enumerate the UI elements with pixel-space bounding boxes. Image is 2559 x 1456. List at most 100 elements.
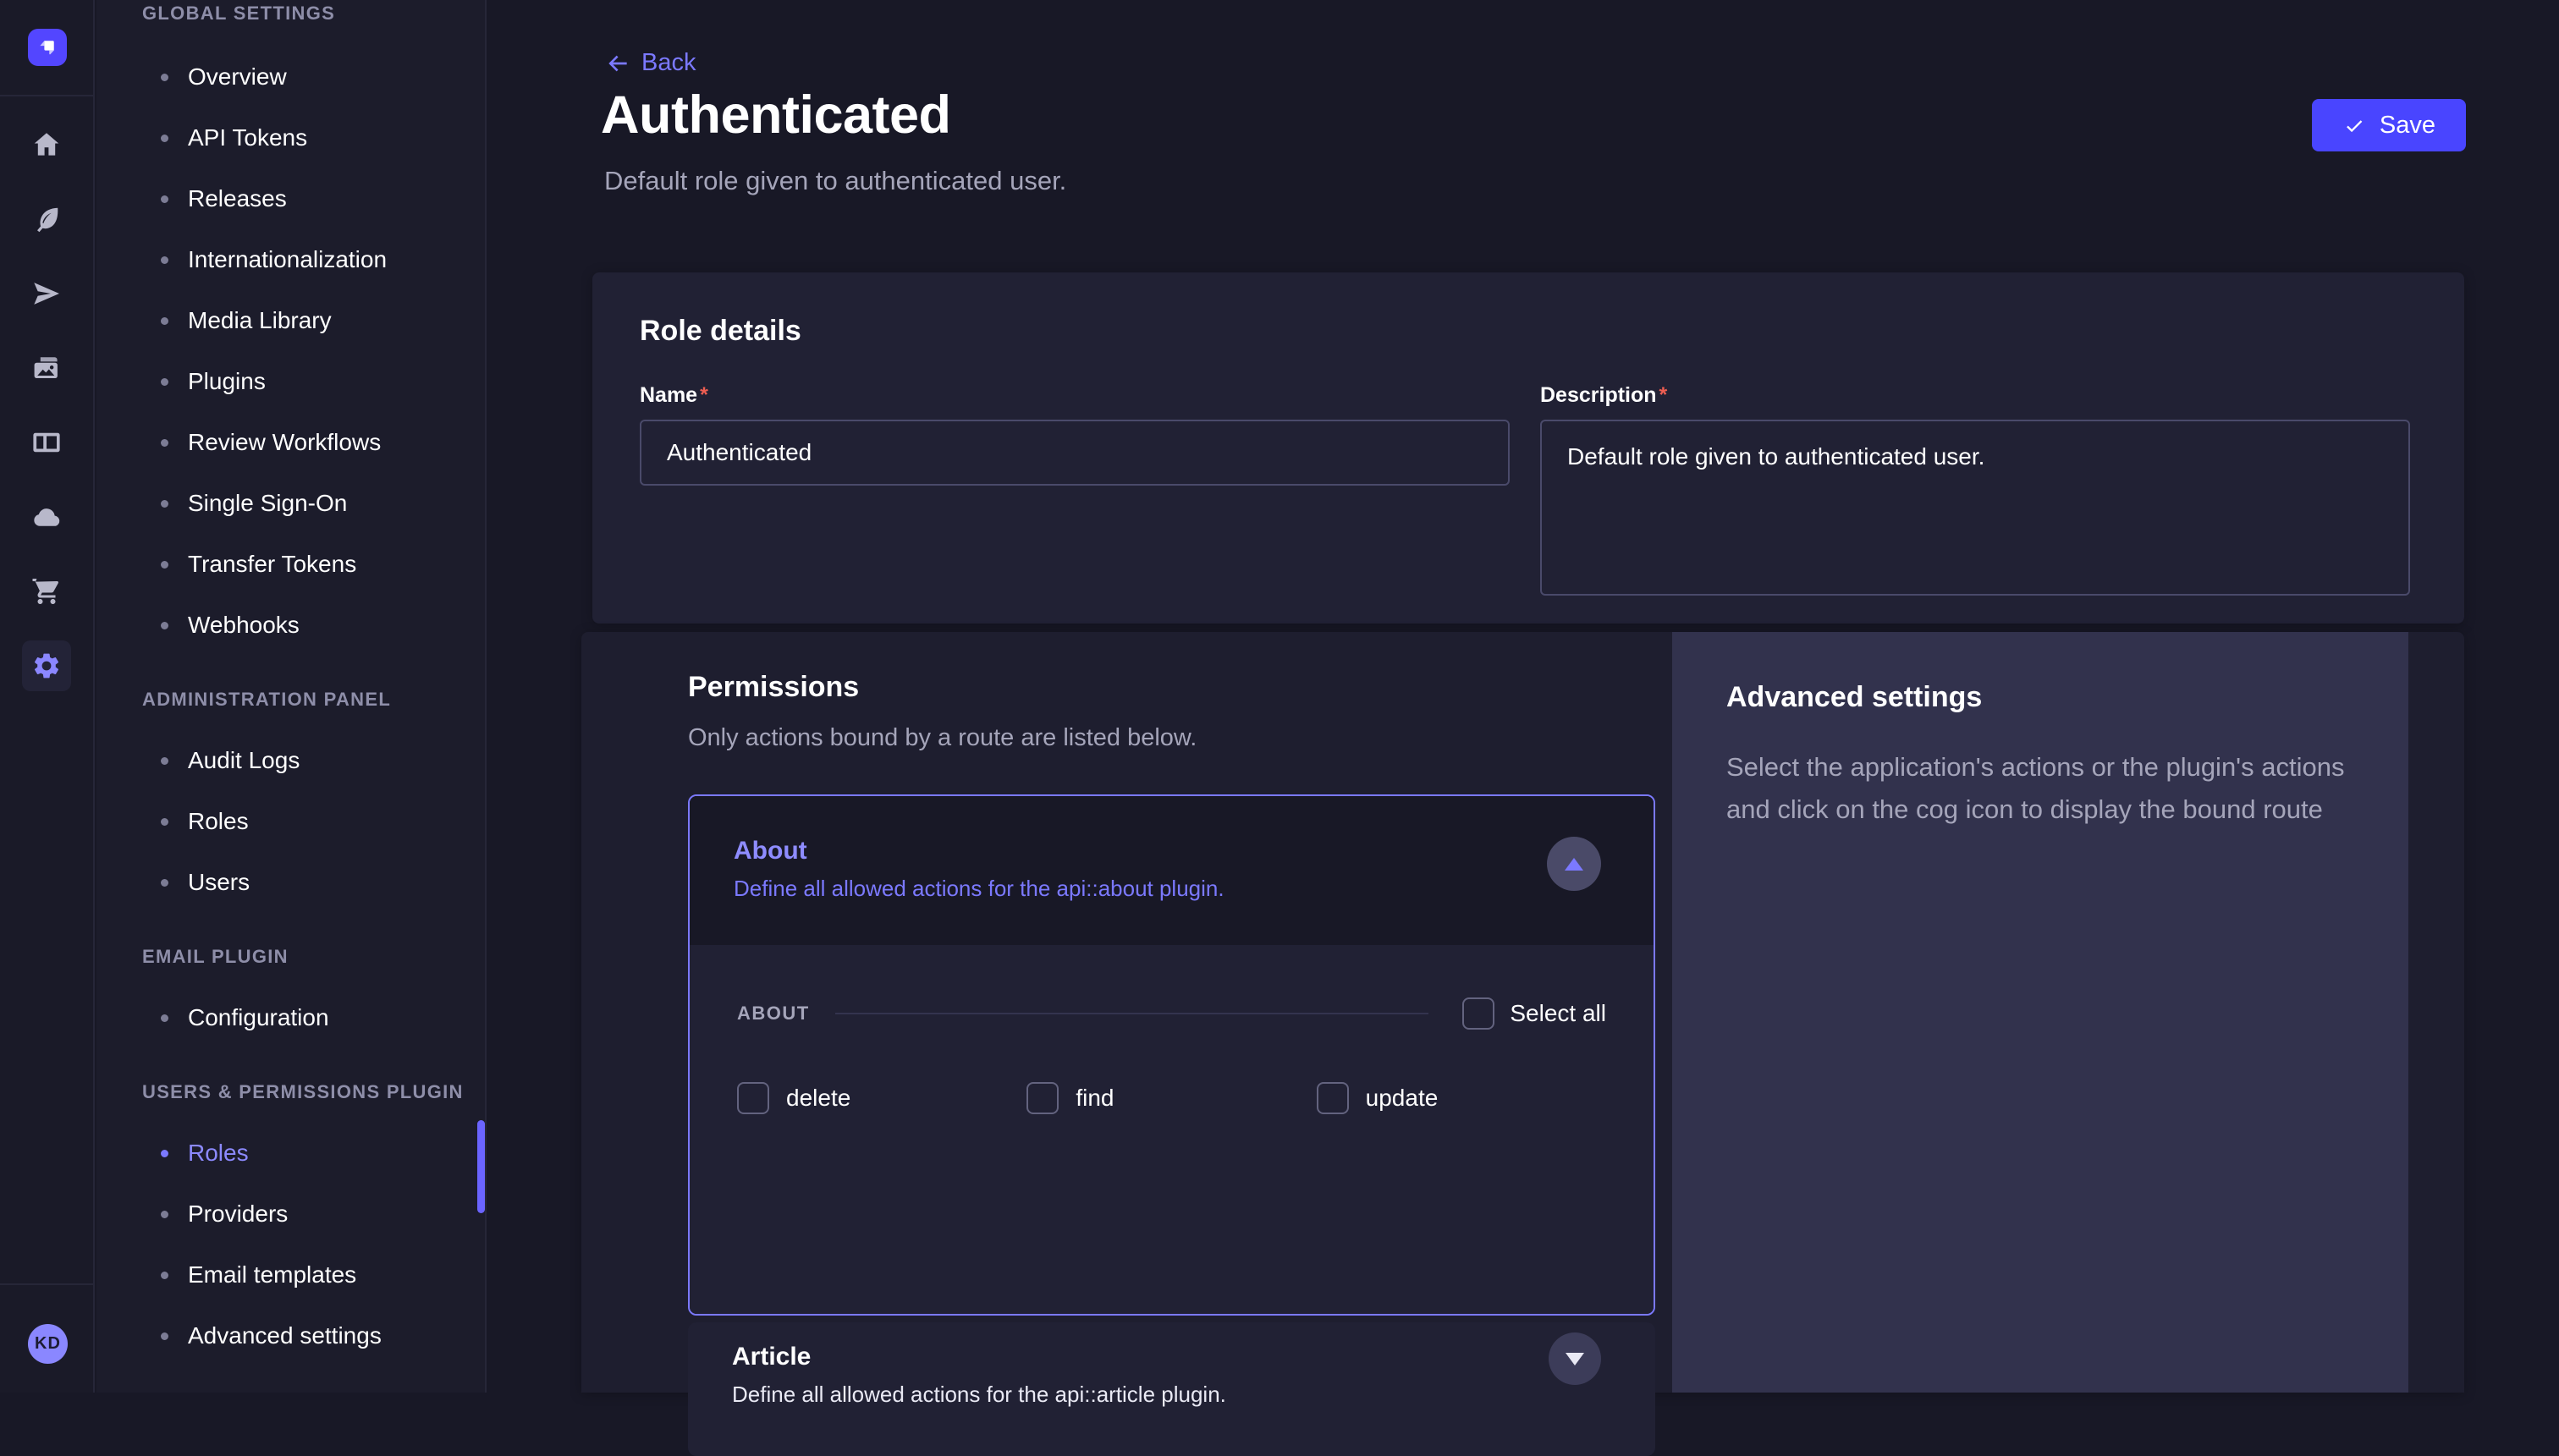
subnav-item-api-tokens[interactable]: API Tokens [96, 107, 485, 168]
subnav-item-roles[interactable]: Roles [96, 1123, 485, 1184]
name-input[interactable] [640, 420, 1510, 486]
main-nav-media-library-icon[interactable] [0, 331, 93, 405]
strapi-logo[interactable] [28, 29, 67, 66]
subnav-item-label: Email templates [188, 1261, 356, 1288]
select-all-checkbox[interactable] [1462, 997, 1494, 1030]
subnav-item-label: Overview [188, 63, 287, 91]
description-textarea[interactable]: Default role given to authenticated user… [1540, 420, 2410, 596]
bullet-icon [161, 378, 168, 386]
select-all-control[interactable]: Select all [1462, 997, 1606, 1030]
subnav-item-review-workflows[interactable]: Review Workflows [96, 412, 485, 473]
subnav-item-label: Single Sign-On [188, 490, 347, 517]
back-link[interactable]: Back [604, 49, 696, 77]
subnav-item-label: Releases [188, 185, 287, 212]
role-details-title: Role details [640, 315, 2413, 348]
bullet-icon [161, 818, 168, 826]
accordion-about-body: ABOUT Select all deletefindupdate [690, 945, 1654, 1314]
subnav-item-webhooks[interactable]: Webhooks [96, 595, 485, 656]
role-details-card: Role details Name* Description* Default … [592, 272, 2464, 624]
main-nav-settings-gear-icon[interactable] [0, 629, 93, 703]
settings-gear-icon [31, 651, 62, 681]
subnav-item-label: Users [188, 869, 250, 896]
layout-icon [31, 427, 62, 458]
subnav-item-configuration[interactable]: Configuration [96, 987, 485, 1048]
page-subtitle: Default role given to authenticated user… [604, 166, 1066, 196]
feather-icon [31, 204, 62, 234]
subnav-item-plugins[interactable]: Plugins [96, 351, 485, 412]
subnav-item-email-templates[interactable]: Email templates [96, 1244, 485, 1305]
select-all-label: Select all [1510, 1000, 1606, 1027]
subnav-item-releases[interactable]: Releases [96, 168, 485, 229]
save-button-label: Save [2380, 112, 2435, 140]
main-nav-layout-icon[interactable] [0, 405, 93, 480]
bullet-icon [161, 1332, 168, 1340]
action-checkbox[interactable] [737, 1082, 769, 1114]
chevron-down-icon [1566, 1353, 1584, 1365]
action-checkbox[interactable] [1317, 1082, 1349, 1114]
subnav-item-label: API Tokens [188, 124, 307, 151]
about-group-label: ABOUT [737, 1003, 810, 1025]
main-nav-feather-icon[interactable] [0, 182, 93, 256]
subnav-item-users[interactable]: Users [96, 852, 485, 913]
divider [835, 1013, 1429, 1014]
bullet-icon [161, 1272, 168, 1279]
bullet-icon [161, 1211, 168, 1218]
subnav-item-media-library[interactable]: Media Library [96, 290, 485, 351]
advanced-settings-description: Select the application's actions or the … [1726, 746, 2353, 831]
action-checkbox[interactable] [1026, 1082, 1059, 1114]
bullet-icon [161, 256, 168, 264]
main-nav-cart-icon[interactable] [0, 554, 93, 629]
divider [0, 95, 93, 96]
permissions-card: Permissions Only actions bound by a rout… [581, 632, 2464, 1393]
subnav-item-overview[interactable]: Overview [96, 47, 485, 107]
advanced-settings-title: Advanced settings [1726, 681, 2354, 714]
bullet-icon [161, 439, 168, 447]
back-link-label: Back [641, 49, 696, 77]
subnav-item-providers[interactable]: Providers [96, 1184, 485, 1244]
subnav-item-roles[interactable]: Roles [96, 791, 485, 852]
main-nav-icons [0, 107, 93, 703]
main-nav-cloud-icon[interactable] [0, 480, 93, 554]
accordion-article: Article Define all allowed actions for t… [688, 1322, 1655, 1456]
subnav-item-label: Media Library [188, 307, 332, 334]
permissions-column: Permissions Only actions bound by a rout… [581, 632, 1672, 1393]
subnav-scrollbar[interactable] [477, 1120, 485, 1213]
advanced-settings-panel: Advanced settings Select the application… [1672, 632, 2408, 1393]
permissions-title: Permissions [688, 671, 1672, 704]
paper-plane-icon [31, 278, 62, 309]
accordion-about: About Define all allowed actions for the… [688, 794, 1655, 1316]
bullet-icon [161, 500, 168, 508]
subnav-item-single-sign-on[interactable]: Single Sign-On [96, 473, 485, 534]
main-nav-sidebar: KD [0, 0, 95, 1393]
save-button[interactable]: Save [2312, 99, 2466, 151]
bullet-icon [161, 561, 168, 569]
subnav-item-audit-logs[interactable]: Audit Logs [96, 730, 485, 791]
page-title: Authenticated [601, 85, 951, 146]
main-nav-paper-plane-icon[interactable] [0, 256, 93, 331]
action-find[interactable]: find [1026, 1082, 1316, 1114]
subnav-item-internationalization[interactable]: Internationalization [96, 229, 485, 290]
action-delete[interactable]: delete [737, 1082, 1026, 1114]
bullet-icon [161, 757, 168, 765]
subnav-list: GLOBAL SETTINGS Overview API Tokens Release… [96, 2, 485, 1366]
main-nav-home-icon[interactable] [0, 107, 93, 182]
subnav-section-header-global-settings: GLOBAL SETTINGS [96, 2, 485, 25]
subnav-item-advanced-settings[interactable]: Advanced settings [96, 1305, 485, 1366]
subnav-section-header-users-permissions-plugin: USERS & PERMISSIONS PLUGIN [96, 1079, 485, 1106]
avatar[interactable]: KD [28, 1324, 68, 1364]
subnav-item-label: Review Workflows [188, 429, 381, 456]
subnav-item-transfer-tokens[interactable]: Transfer Tokens [96, 534, 485, 595]
expand-accordion-button[interactable] [1549, 1332, 1601, 1385]
subnav-item-label: Configuration [188, 1004, 329, 1031]
subnav-item-label: Advanced settings [188, 1322, 382, 1349]
accordion-about-header[interactable]: About Define all allowed actions for the… [690, 796, 1654, 945]
required-asterisk: * [700, 383, 708, 407]
action-update[interactable]: update [1317, 1082, 1606, 1114]
bullet-icon [161, 317, 168, 325]
required-asterisk: * [1659, 383, 1668, 407]
cloud-icon [31, 502, 62, 532]
arrow-left-icon [604, 50, 631, 77]
main-content: Back Authenticated Default role given to… [488, 0, 2559, 1393]
media-library-icon [31, 353, 62, 383]
collapse-accordion-button[interactable] [1547, 837, 1601, 891]
